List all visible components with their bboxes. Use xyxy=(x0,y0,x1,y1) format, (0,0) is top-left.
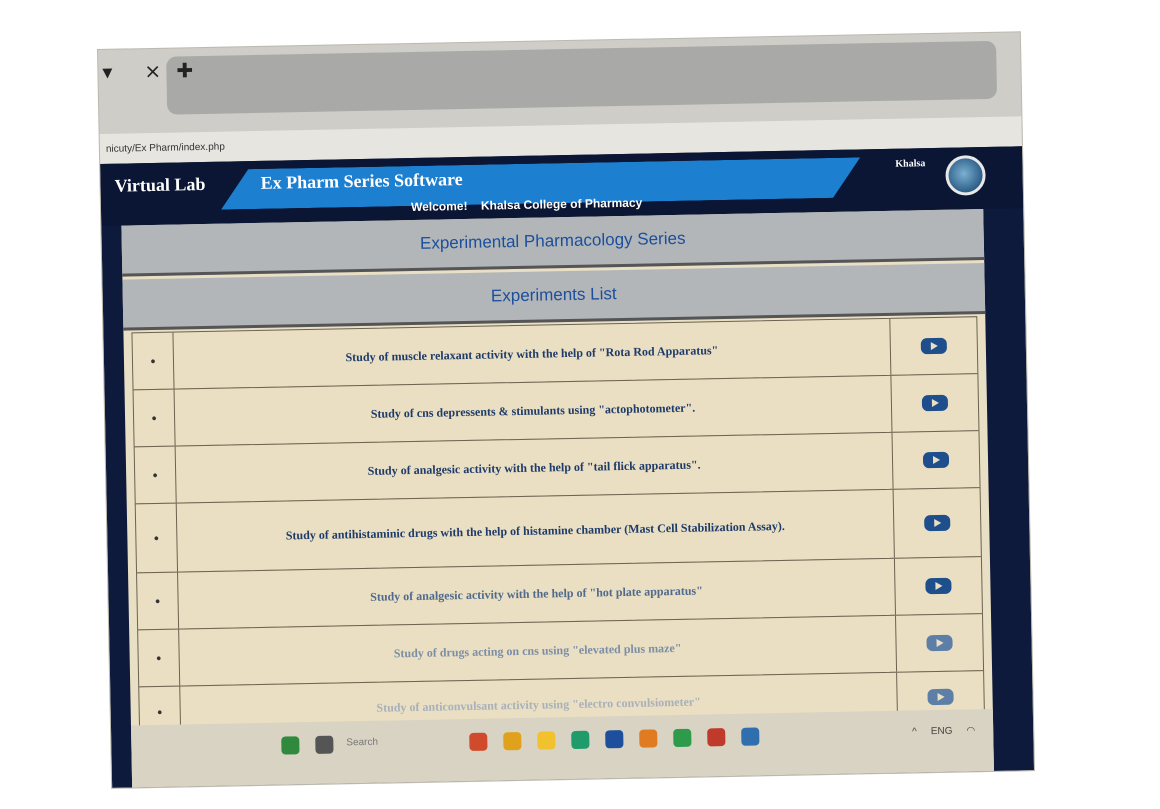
taskbar-search[interactable]: Search xyxy=(346,737,378,749)
experiments-table: • Study of muscle relaxant activity with… xyxy=(131,316,986,739)
play-icon[interactable] xyxy=(921,394,949,412)
play-icon[interactable] xyxy=(922,451,950,469)
user-name[interactable]: Khalsa xyxy=(895,158,925,170)
new-tab-icon[interactable]: ✚ xyxy=(176,58,193,83)
bullet-icon: • xyxy=(137,572,180,630)
monitor-photo: ▾ ⨯ ✚ nicuty/Ex Pharm/index.php Virtual … xyxy=(98,32,1034,788)
taskbar-app-icon[interactable] xyxy=(315,735,334,754)
chevron-up-icon[interactable]: ^ xyxy=(912,726,917,737)
system-tray: ^ ENG ◠ xyxy=(912,725,975,737)
taskbar-app-icon[interactable] xyxy=(741,727,760,746)
taskbar-app-icon[interactable] xyxy=(673,728,692,748)
brand-label[interactable]: Virtual Lab xyxy=(114,174,205,197)
play-icon[interactable] xyxy=(920,337,947,355)
taskbar-app-icon[interactable] xyxy=(537,731,556,750)
avatar[interactable] xyxy=(945,154,986,196)
bullet-icon: • xyxy=(138,629,181,687)
tab-list-icon[interactable]: ▾ xyxy=(102,60,113,85)
wifi-icon[interactable]: ◠ xyxy=(966,725,975,736)
language-indicator[interactable]: ENG xyxy=(931,726,953,737)
play-icon[interactable] xyxy=(925,577,952,595)
taskbar-app-icon[interactable] xyxy=(605,730,624,749)
taskbar-app-icon[interactable] xyxy=(503,732,522,751)
bullet-icon: • xyxy=(133,389,176,447)
bullet-icon: • xyxy=(132,332,175,390)
welcome-label: Welcome! xyxy=(410,198,468,215)
welcome-line: Welcome! Khalsa College of Pharmacy xyxy=(411,196,642,214)
college-name: Khalsa College of Pharmacy xyxy=(480,195,643,213)
start-icon[interactable] xyxy=(281,736,300,755)
page-title: Ex Pharm Series Software xyxy=(260,169,463,193)
taskbar-app-icon[interactable] xyxy=(707,728,726,747)
taskbar-app-icon[interactable] xyxy=(571,730,590,750)
play-icon[interactable] xyxy=(926,634,953,652)
bullet-icon: • xyxy=(135,503,179,573)
play-icon[interactable] xyxy=(924,514,951,532)
close-tab-icon[interactable]: ⨯ xyxy=(144,59,161,84)
bullet-icon: • xyxy=(134,446,177,504)
url-text: nicuty/Ex Pharm/index.php xyxy=(105,141,225,155)
play-icon[interactable] xyxy=(927,688,954,706)
taskbar-app-icon[interactable] xyxy=(639,729,658,748)
web-page: Virtual Lab Ex Pharm Series Software Wel… xyxy=(100,146,1034,788)
taskbar-app-icon[interactable] xyxy=(469,732,488,751)
tab-strip[interactable] xyxy=(166,40,998,115)
main-content: Experimental Pharmacology Series Experim… xyxy=(121,209,995,788)
